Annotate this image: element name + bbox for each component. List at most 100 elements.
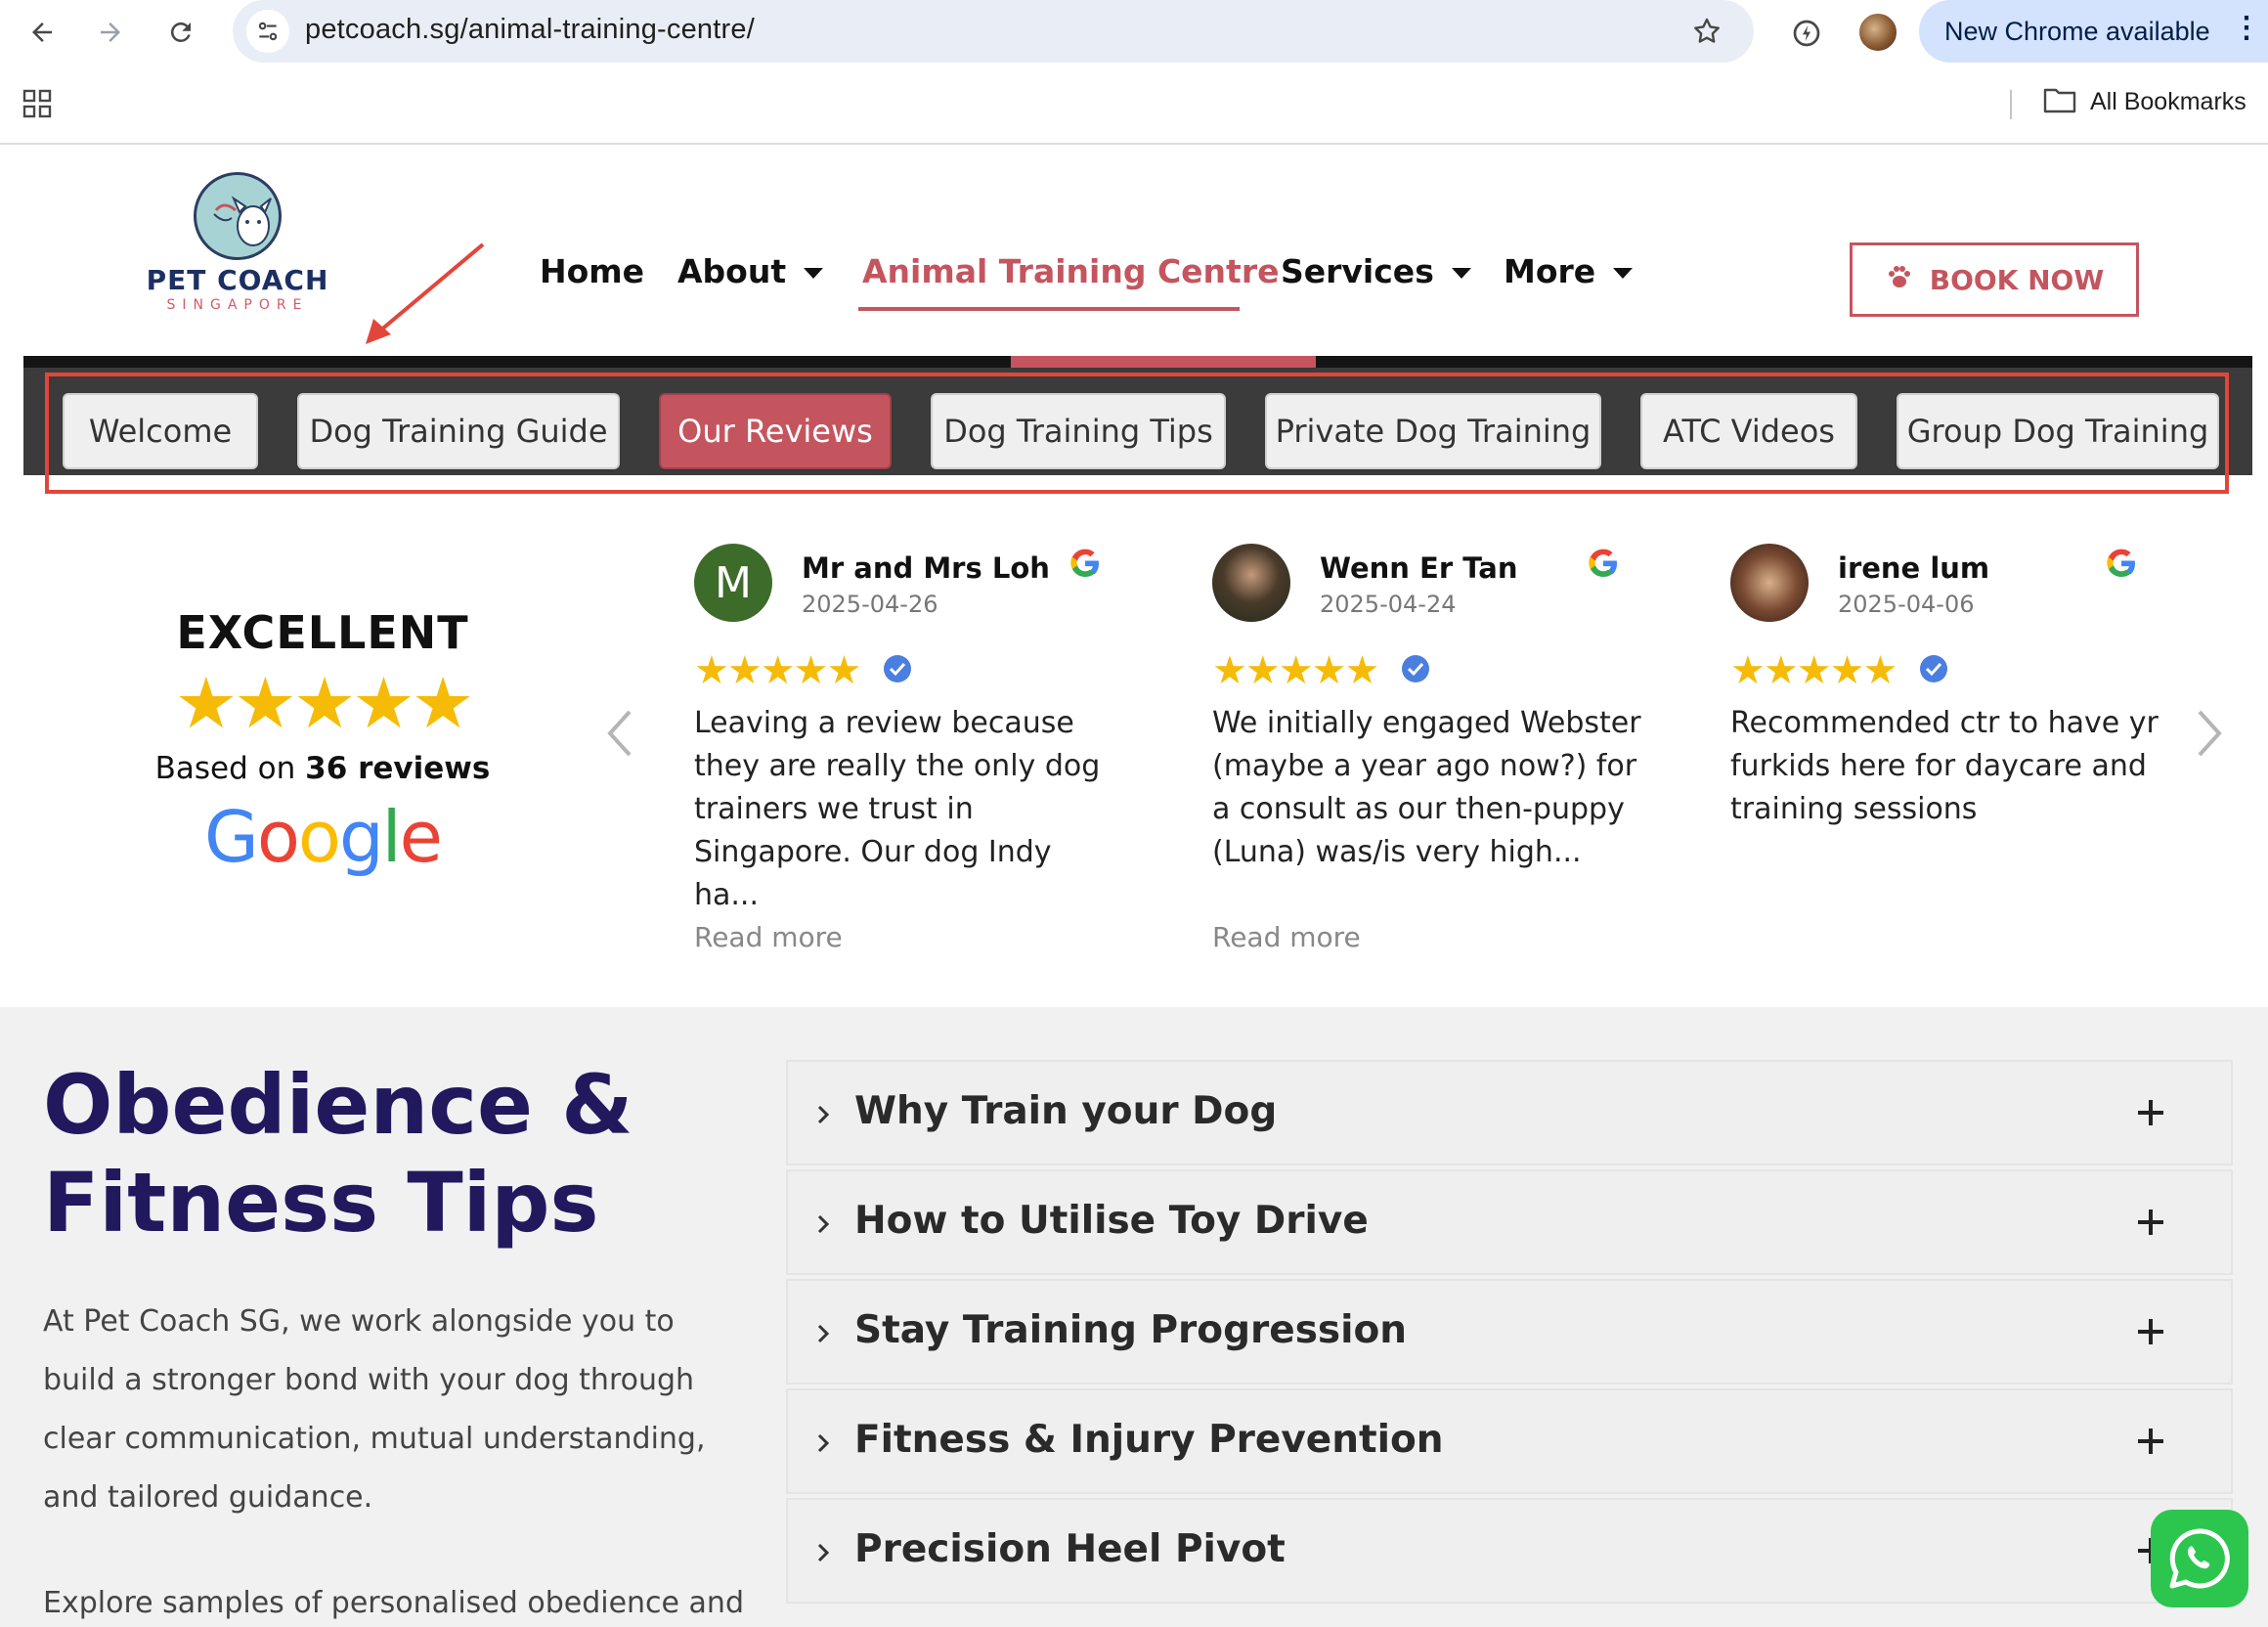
browser-toolbar: petcoach.sg/animal-training-centre/ New … [0,0,2268,65]
review-date: 2025-04-06 [1838,591,1975,618]
all-bookmarks-button[interactable]: All Bookmarks [2043,86,2246,118]
summary-stars-icon: ★★★★★ [174,665,475,743]
page: petcoach.sg/animal-training-centre/ New … [0,0,2268,1627]
tips-section: Obedience & Fitness Tips At Pet Coach SG… [0,1007,2268,1627]
tab-strip-top-band [23,356,1011,368]
avatar: M [694,544,772,622]
forward-arrow-icon[interactable] [88,10,133,55]
book-now-label: BOOK NOW [1929,263,2105,296]
accordion-item[interactable]: Fitness & Injury Prevention [786,1388,2233,1494]
more-menu-icon[interactable]: ⋮ [2232,14,2261,43]
plus-icon[interactable] [2135,1097,2166,1128]
logo-text: PET COACH [146,264,329,296]
review-stars-icon: ★★★★★ [1212,649,1379,692]
based-on-text: Based on 36 reviews [137,751,508,786]
accordion-item[interactable]: How to Utilise Toy Drive [786,1169,2233,1275]
tab-dog-training-tips[interactable]: Dog Training Tips [931,393,1226,469]
tab-private-dog-training[interactable]: Private Dog Training [1265,393,1601,469]
carousel-prev-icon[interactable] [600,704,639,763]
review-text: Leaving a review because they are really… [694,706,1101,912]
caret-down-icon [1451,268,1471,279]
avatar [1212,544,1290,622]
review-count: 36 reviews [305,751,491,786]
profile-avatar[interactable] [1857,12,1898,53]
chrome-update-button[interactable]: New Chrome available ⋮ [1919,0,2268,63]
nav-services[interactable]: Services [1281,252,1471,290]
nav-services-label: Services [1281,252,1434,290]
nav-about[interactable]: About [677,252,824,290]
verified-badge-icon [1920,655,1947,682]
performance-icon[interactable] [1785,12,1828,55]
verified-badge-icon [1402,655,1429,682]
review-date: 2025-04-26 [802,591,938,618]
carousel-next-icon[interactable] [2190,704,2229,763]
google-g-icon [1070,549,1099,577]
accordion-title: Precision Heel Pivot [854,1527,1286,1571]
nav-more[interactable]: More [1504,252,1634,290]
address-bar[interactable]: petcoach.sg/animal-training-centre/ [233,0,1754,63]
chevron-right-icon [817,1105,830,1124]
back-arrow-icon[interactable] [20,10,65,55]
plus-icon[interactable] [2135,1207,2166,1238]
annotation-arrow-icon [366,242,485,344]
tab-welcome[interactable]: Welcome [63,393,258,469]
bookmark-star-icon[interactable] [1687,12,1726,51]
tab-strip-active-band [1011,356,1316,368]
tab-our-reviews[interactable]: Our Reviews [659,393,892,469]
read-more-link[interactable]: Read more [694,921,843,953]
site-info-icon[interactable] [246,10,289,53]
bookmarks-separator [2010,90,2012,119]
reviewer-name: irene lum [1838,551,1990,585]
chevron-right-icon [817,1433,830,1453]
read-more-link[interactable]: Read more [1212,921,1361,953]
review-text: Recommended ctr to have yr furkids here … [1730,706,2159,826]
bookmarks-bar: All Bookmarks [0,72,2268,145]
google-wordmark: Google [204,796,443,878]
logo-subtext: SINGAPORE [166,297,309,313]
whatsapp-chat-button[interactable] [2151,1510,2248,1607]
book-now-button[interactable]: BOOK NOW [1850,242,2139,317]
site-logo[interactable]: PET COACH SINGAPORE [145,172,330,319]
tab-group-dog-training[interactable]: Group Dog Training [1897,393,2219,469]
logo-dog-icon [194,172,282,260]
nav-home[interactable]: Home [540,252,644,290]
review-card: M Mr and Mrs Loh 2025-04-26 ★★★★★ Leavin… [694,544,1124,954]
review-stars-icon: ★★★★★ [694,649,861,692]
caret-down-icon [804,268,824,279]
plus-icon[interactable] [2135,1426,2166,1457]
chevron-right-icon [817,1543,830,1562]
chevron-right-icon [817,1214,830,1234]
section-title-line: Obedience & [43,1057,633,1153]
section-paragraph: At Pet Coach SG, we work alongside you t… [43,1304,706,1515]
reviewer-name: Mr and Mrs Loh [802,551,1050,585]
review-card: Wenn Er Tan 2025-04-24 ★★★★★ We initiall… [1212,544,1642,954]
accordion-title: Why Train your Dog [854,1089,1278,1133]
plus-icon[interactable] [2135,1316,2166,1347]
reviews-section: EXCELLENT ★★★★★ Based on 36 reviews Goog… [0,499,2268,1007]
accordion-item[interactable]: Precision Heel Pivot [786,1498,2233,1604]
paw-icon [1885,262,1914,298]
whatsapp-icon [2169,1528,2230,1589]
apps-grid-icon[interactable] [22,88,53,119]
caret-down-icon [1613,268,1634,279]
url-text[interactable]: petcoach.sg/animal-training-centre/ [305,14,755,46]
review-text: We initially engaged Webster (maybe a ye… [1212,706,1641,869]
review-stars-icon: ★★★★★ [1730,649,1897,692]
site-header: PET COACH SINGAPORE Home About Animal Tr… [0,145,2268,356]
nav-animal-training-centre-label: Animal Training Centre [862,252,1280,290]
nav-home-label: Home [540,252,645,290]
avatar [1730,544,1809,622]
reload-icon[interactable] [158,10,203,55]
accordion-title: How to Utilise Toy Drive [854,1199,1369,1243]
accordion-item[interactable]: Why Train your Dog [786,1060,2233,1165]
chevron-right-icon [817,1324,830,1343]
section-title: Obedience & Fitness Tips [43,1056,747,1252]
reviewer-name: Wenn Er Tan [1320,551,1518,585]
nav-animal-training-centre[interactable]: Animal Training Centre [862,252,1279,290]
chrome-update-label: New Chrome available [1944,17,2210,46]
tab-dog-training-guide[interactable]: Dog Training Guide [297,393,620,469]
section-title-line: Fitness Tips [43,1155,599,1251]
accordion-item[interactable]: Stay Training Progression [786,1279,2233,1385]
section-paragraph: Explore samples of personalised obedienc… [43,1586,744,1620]
tab-atc-videos[interactable]: ATC Videos [1640,393,1857,469]
